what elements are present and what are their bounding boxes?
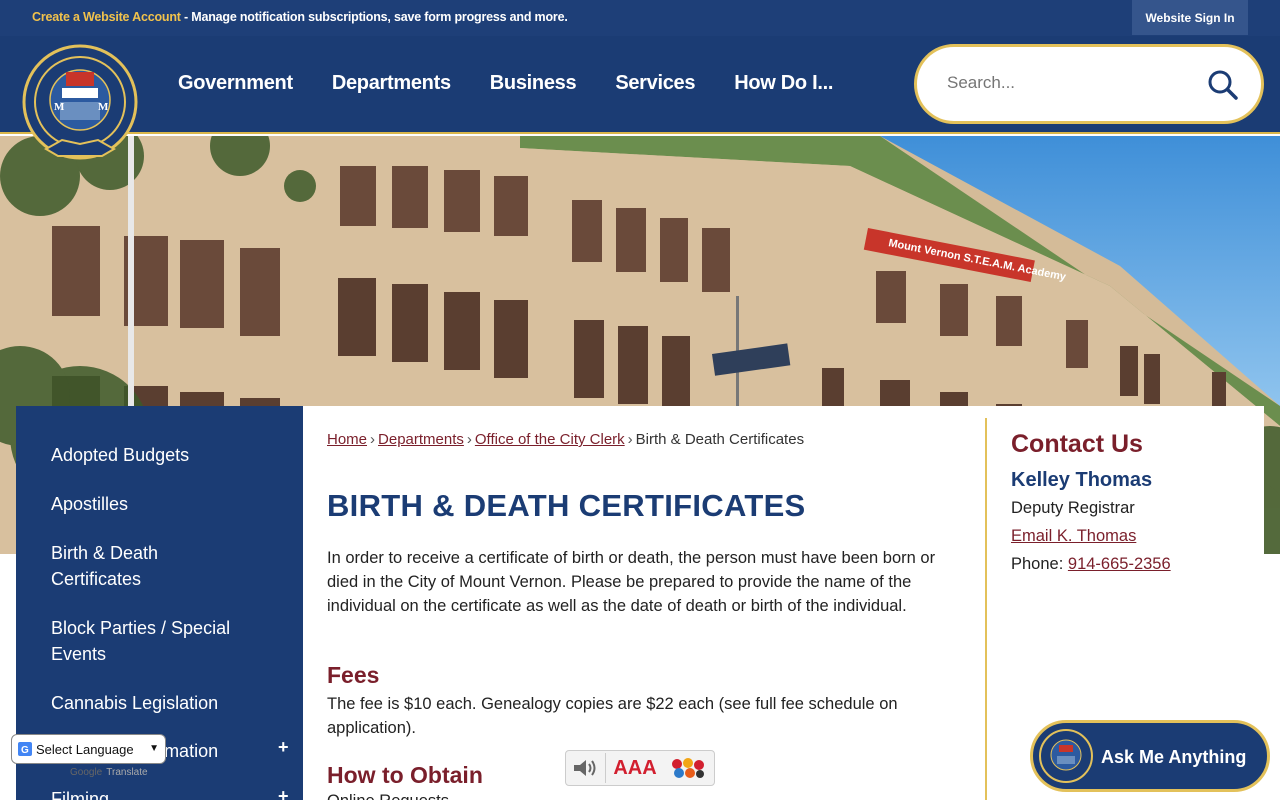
expand-plus-icon[interactable]: + xyxy=(278,786,289,800)
nav-departments[interactable]: Departments xyxy=(332,72,451,95)
contact-phone-label: Phone: xyxy=(1011,555,1068,573)
nav-services[interactable]: Services xyxy=(615,72,695,95)
select-language-label: Select Language xyxy=(36,741,134,757)
sidebar-item-apostilles[interactable]: Apostilles xyxy=(51,491,281,517)
breadcrumb-current: Birth & Death Certificates xyxy=(635,431,805,448)
text-to-speech-button[interactable] xyxy=(566,753,606,783)
ask-me-anything-label: Ask Me Anything xyxy=(1101,747,1247,767)
breadcrumb-departments[interactable]: Departments xyxy=(378,431,464,448)
svg-text:G: G xyxy=(21,745,29,756)
nav-government[interactable]: Government xyxy=(178,72,293,95)
translate-link[interactable]: Translate xyxy=(106,767,147,778)
google-translate-icon: G xyxy=(18,742,32,756)
search-input[interactable] xyxy=(947,73,1207,93)
breadcrumb-separator: › xyxy=(466,431,472,448)
translate-flags-button[interactable] xyxy=(664,753,712,783)
create-account-link[interactable]: Create a Website Account xyxy=(32,10,181,24)
nav-business[interactable]: Business xyxy=(490,72,577,95)
breadcrumb: Home › Departments › Office of the City Cler… xyxy=(327,431,804,448)
top-bar: Create a Website Account - Manage notifi… xyxy=(0,0,1280,36)
breadcrumb-separator: › xyxy=(370,431,376,448)
sidebar-item-block-parties[interactable]: Block Parties / Special Events xyxy=(51,615,261,667)
top-bar-message: Create a Website Account - Manage notifi… xyxy=(32,10,568,24)
city-seal-icon xyxy=(1039,729,1093,783)
website-sign-in-button[interactable]: Website Sign In xyxy=(1132,0,1248,35)
main-nav: Government Departments Business Services… xyxy=(178,72,872,95)
svg-text:M: M xyxy=(98,101,109,113)
svg-text:M: M xyxy=(54,101,65,113)
city-seal-logo[interactable]: M M xyxy=(22,44,140,162)
powered-by-google: Google Translate xyxy=(70,767,148,778)
contact-us-heading: Contact Us xyxy=(1011,430,1143,458)
top-bar-text: - Manage notification subscriptions, sav… xyxy=(180,10,568,24)
google-label: Google xyxy=(70,767,103,778)
select-language-dropdown[interactable]: G Select Language ▼ xyxy=(11,734,166,764)
site-header: Government Departments Business Services… xyxy=(0,36,1280,134)
breadcrumb-home[interactable]: Home xyxy=(327,431,367,448)
sidebar-item-adopted-budgets[interactable]: Adopted Budgets xyxy=(51,442,281,468)
ask-me-anything-button[interactable]: Ask Me Anything xyxy=(1030,720,1270,792)
content-divider xyxy=(985,418,987,800)
language-flags-icon xyxy=(672,758,704,778)
how-to-obtain-heading: How to Obtain xyxy=(327,762,483,788)
text-size-button[interactable]: AAA xyxy=(606,753,664,783)
nav-how-do-i[interactable]: How Do I... xyxy=(734,72,833,95)
breadcrumb-separator: › xyxy=(627,431,633,448)
online-requests-subheading: Online Requests xyxy=(327,792,449,800)
contact-phone: Phone: 914-665-2356 xyxy=(1011,555,1171,574)
fees-paragraph: The fee is $10 each. Genealogy copies ar… xyxy=(327,695,898,737)
contact-name: Kelley Thomas xyxy=(1011,469,1153,491)
sidebar-item-filming[interactable]: Filming xyxy=(51,786,281,800)
sidebar-item-birth-death-certificates[interactable]: Birth & Death Certificates xyxy=(51,540,201,592)
speaker-icon xyxy=(573,760,595,776)
contact-phone-link[interactable]: 914-665-2356 xyxy=(1068,555,1171,573)
chevron-down-icon: ▼ xyxy=(149,743,159,754)
page-title: BIRTH & DEATH CERTIFICATES xyxy=(327,488,806,523)
breadcrumb-office-city-clerk[interactable]: Office of the City Clerk xyxy=(475,431,625,448)
accessibility-toolbar: AAA xyxy=(565,750,715,786)
expand-plus-icon[interactable]: + xyxy=(278,737,289,758)
search-icon[interactable] xyxy=(1207,69,1239,101)
contact-email-link[interactable]: Email K. Thomas xyxy=(1011,527,1136,546)
intro-paragraph: In order to receive a certificate of bir… xyxy=(327,549,936,615)
contact-role: Deputy Registrar xyxy=(1011,499,1135,517)
search-box xyxy=(914,44,1264,124)
sidebar-item-cannabis-legislation[interactable]: Cannabis Legislation xyxy=(51,690,281,716)
fees-heading: Fees xyxy=(327,662,380,688)
